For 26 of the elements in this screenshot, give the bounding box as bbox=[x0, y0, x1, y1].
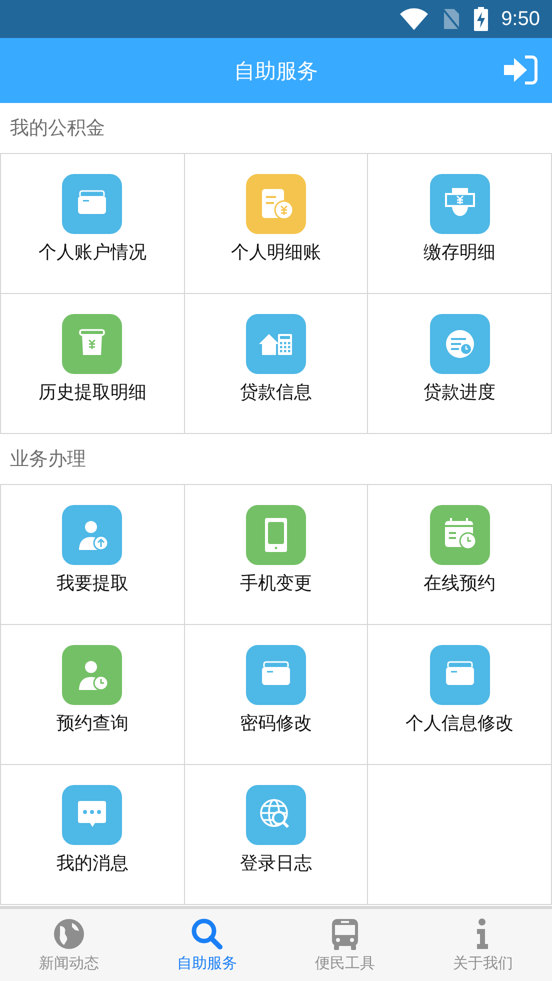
nav-tab[interactable]: 自助服务 bbox=[138, 909, 276, 981]
menu-tile[interactable]: 贷款信息 bbox=[184, 294, 368, 434]
menu-tile[interactable]: 密码修改 bbox=[184, 625, 368, 765]
login-button[interactable] bbox=[502, 54, 538, 86]
menu-tile[interactable]: 预约查询 bbox=[1, 625, 185, 765]
clock-time: 9:50 bbox=[501, 8, 540, 30]
menu-tile[interactable]: 手机变更 bbox=[184, 485, 368, 625]
page-title: 自助服务 bbox=[234, 58, 318, 84]
menu-tile[interactable]: 个人明细账 bbox=[184, 154, 368, 294]
menu-tile[interactable]: 个人账户情况 bbox=[1, 154, 185, 294]
menu-tile[interactable]: 在线预约 bbox=[368, 485, 552, 625]
info-icon bbox=[476, 917, 490, 951]
menu-tile[interactable]: 缴存明细 bbox=[368, 154, 552, 294]
menu-tile[interactable]: 我要提取 bbox=[1, 485, 185, 625]
section-title: 我的公积金 bbox=[9, 116, 106, 141]
battery-charging-icon bbox=[473, 7, 490, 31]
no-sim-icon bbox=[441, 7, 462, 31]
section-title: 业务办理 bbox=[9, 447, 87, 472]
globe-icon bbox=[52, 917, 86, 951]
wifi-icon bbox=[399, 7, 430, 31]
menu-tile[interactable]: 个人信息修改 bbox=[368, 625, 552, 765]
search-icon bbox=[190, 917, 224, 951]
menu-tile[interactable]: 登录日志 bbox=[184, 765, 368, 905]
menu-tile[interactable]: 贷款进度 bbox=[368, 294, 552, 434]
menu-tile[interactable]: 历史提取明细 bbox=[1, 294, 185, 434]
menu-tile[interactable]: 我的消息 bbox=[1, 765, 185, 905]
